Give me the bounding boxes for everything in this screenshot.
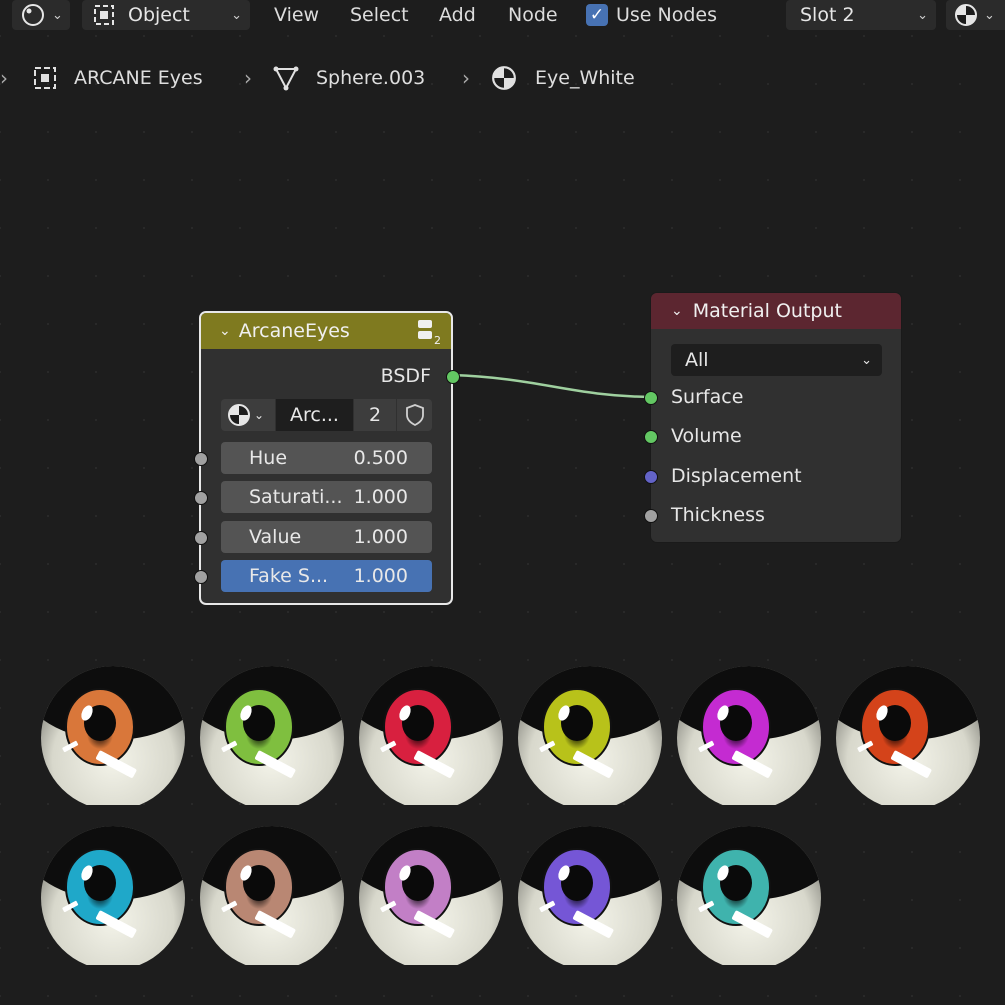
chevron-down-icon: ⌄	[917, 7, 928, 23]
saturation-input-socket[interactable]	[194, 491, 208, 505]
breadcrumb-separator-icon: ›	[462, 66, 470, 90]
displacement-label: Displacement	[671, 465, 802, 487]
output-target-value: All	[685, 349, 709, 371]
volume-input-socket[interactable]	[644, 430, 658, 444]
fake-s-input-socket[interactable]	[194, 570, 208, 584]
output-target-dropdown[interactable]: All ⌄	[671, 344, 882, 376]
eye-preview	[359, 826, 503, 965]
arcane-eyes-node-header[interactable]: ⌄ ArcaneEyes 2	[201, 313, 451, 349]
hue-field[interactable]: Hue 0.500	[221, 442, 432, 474]
object-icon	[34, 67, 56, 89]
saturation-value: 1.000	[353, 486, 408, 508]
hue-input-socket[interactable]	[194, 452, 208, 466]
value-field[interactable]: Value 1.000	[221, 521, 432, 553]
breadcrumb-material: Eye_White	[491, 62, 635, 94]
chevron-down-icon: ⌄	[52, 7, 63, 23]
checkmark-icon: ✓	[586, 4, 608, 26]
surface-label: Surface	[671, 386, 744, 408]
slot-label: Slot 2	[800, 4, 855, 26]
breadcrumb-material-label: Eye_White	[535, 67, 635, 89]
collapse-chevron-icon[interactable]: ⌄	[219, 323, 231, 339]
fake-s-value: 1.000	[353, 565, 408, 587]
menu-add[interactable]: Add	[439, 0, 476, 30]
eye-preview	[41, 666, 185, 805]
breadcrumb-object: ARCANE Eyes	[32, 62, 203, 94]
hue-label: Hue	[249, 447, 288, 469]
object-mode-icon	[94, 5, 114, 25]
thickness-input-socket[interactable]	[644, 509, 658, 523]
material-output-node-title: Material Output	[692, 300, 842, 322]
use-nodes-label: Use Nodes	[616, 4, 718, 26]
eye-preview	[518, 826, 662, 965]
arcane-eyes-node-title: ArcaneEyes	[238, 320, 350, 342]
mode-label: Object	[128, 4, 190, 26]
value-value: 1.000	[353, 526, 408, 548]
fake-user-button[interactable]	[397, 399, 432, 431]
volume-label: Volume	[671, 425, 742, 447]
fake-s-field[interactable]: Fake S... 1.000	[221, 560, 432, 592]
arcane-eyes-node[interactable]: ⌄ ArcaneEyes 2 BSDF ⌄ Arc... 2 Hue 0.500	[194, 311, 460, 605]
slot-selector[interactable]: Slot 2 ⌄	[786, 0, 936, 30]
collapse-chevron-icon[interactable]: ⌄	[671, 303, 683, 319]
material-output-node[interactable]: ⌄ Material Output All ⌄ Surface Volume D…	[644, 292, 902, 543]
user-count-button[interactable]: 2	[354, 399, 396, 431]
breadcrumb-object-label: ARCANE Eyes	[74, 67, 203, 89]
material-sphere-icon	[955, 4, 977, 26]
chevron-down-icon: ⌄	[254, 408, 265, 422]
eye-preview	[200, 666, 344, 805]
fake-s-label: Fake S...	[249, 565, 329, 587]
displacement-input-socket[interactable]	[644, 470, 658, 484]
breadcrumb-mesh: Sphere.003	[272, 62, 425, 94]
eye-preview	[200, 826, 344, 965]
chevron-down-icon: ⌄	[861, 352, 872, 368]
material-sphere-icon	[492, 66, 516, 90]
breadcrumb-separator-icon: ›	[0, 66, 8, 90]
node-group-browse-button[interactable]: ⌄	[221, 399, 275, 431]
material-sphere-icon	[228, 404, 250, 426]
bsdf-output-socket[interactable]	[446, 370, 460, 384]
use-nodes-toggle[interactable]: ✓ Use Nodes	[586, 0, 717, 30]
thickness-label: Thickness	[671, 504, 765, 526]
chevron-down-icon: ⌄	[231, 7, 242, 23]
material-browse-button[interactable]: ⌄	[946, 0, 1005, 30]
material-output-node-header[interactable]: ⌄ Material Output	[651, 293, 901, 329]
eye-preview	[359, 666, 503, 805]
node-group-icon: 2	[418, 320, 441, 345]
saturation-label: Saturati...	[249, 486, 343, 508]
shield-icon	[405, 404, 424, 427]
node-group-name-field[interactable]: Arc...	[276, 399, 353, 431]
saturation-field[interactable]: Saturati... 1.000	[221, 481, 432, 513]
node-editor-header: ⌄ Object ⌄ View Select Add Node ✓ Use No…	[0, 0, 1005, 32]
breadcrumb-mesh-label: Sphere.003	[316, 67, 426, 89]
bsdf-output-label: BSDF	[380, 365, 431, 387]
eye-preview	[41, 826, 185, 965]
svg-text:2: 2	[434, 334, 441, 345]
chevron-down-icon: ⌄	[984, 7, 995, 23]
mesh-icon	[273, 66, 299, 91]
node-group-name: Arc...	[290, 404, 339, 426]
value-input-socket[interactable]	[194, 531, 208, 545]
mode-selector[interactable]: Object ⌄	[82, 0, 250, 30]
user-count: 2	[368, 404, 382, 426]
value-label: Value	[249, 526, 302, 548]
breadcrumb-separator-icon: ›	[244, 66, 252, 90]
eye-preview	[677, 826, 821, 965]
menu-view[interactable]: View	[274, 0, 319, 30]
node-editor-icon	[22, 4, 44, 26]
surface-input-socket[interactable]	[644, 391, 658, 405]
hue-value: 0.500	[353, 447, 408, 469]
eye-preview	[518, 666, 662, 805]
editor-type-selector[interactable]: ⌄	[12, 0, 70, 30]
menu-select[interactable]: Select	[350, 0, 409, 30]
menu-node[interactable]: Node	[508, 0, 558, 30]
eye-preview	[677, 666, 821, 805]
eye-preview	[836, 666, 980, 805]
